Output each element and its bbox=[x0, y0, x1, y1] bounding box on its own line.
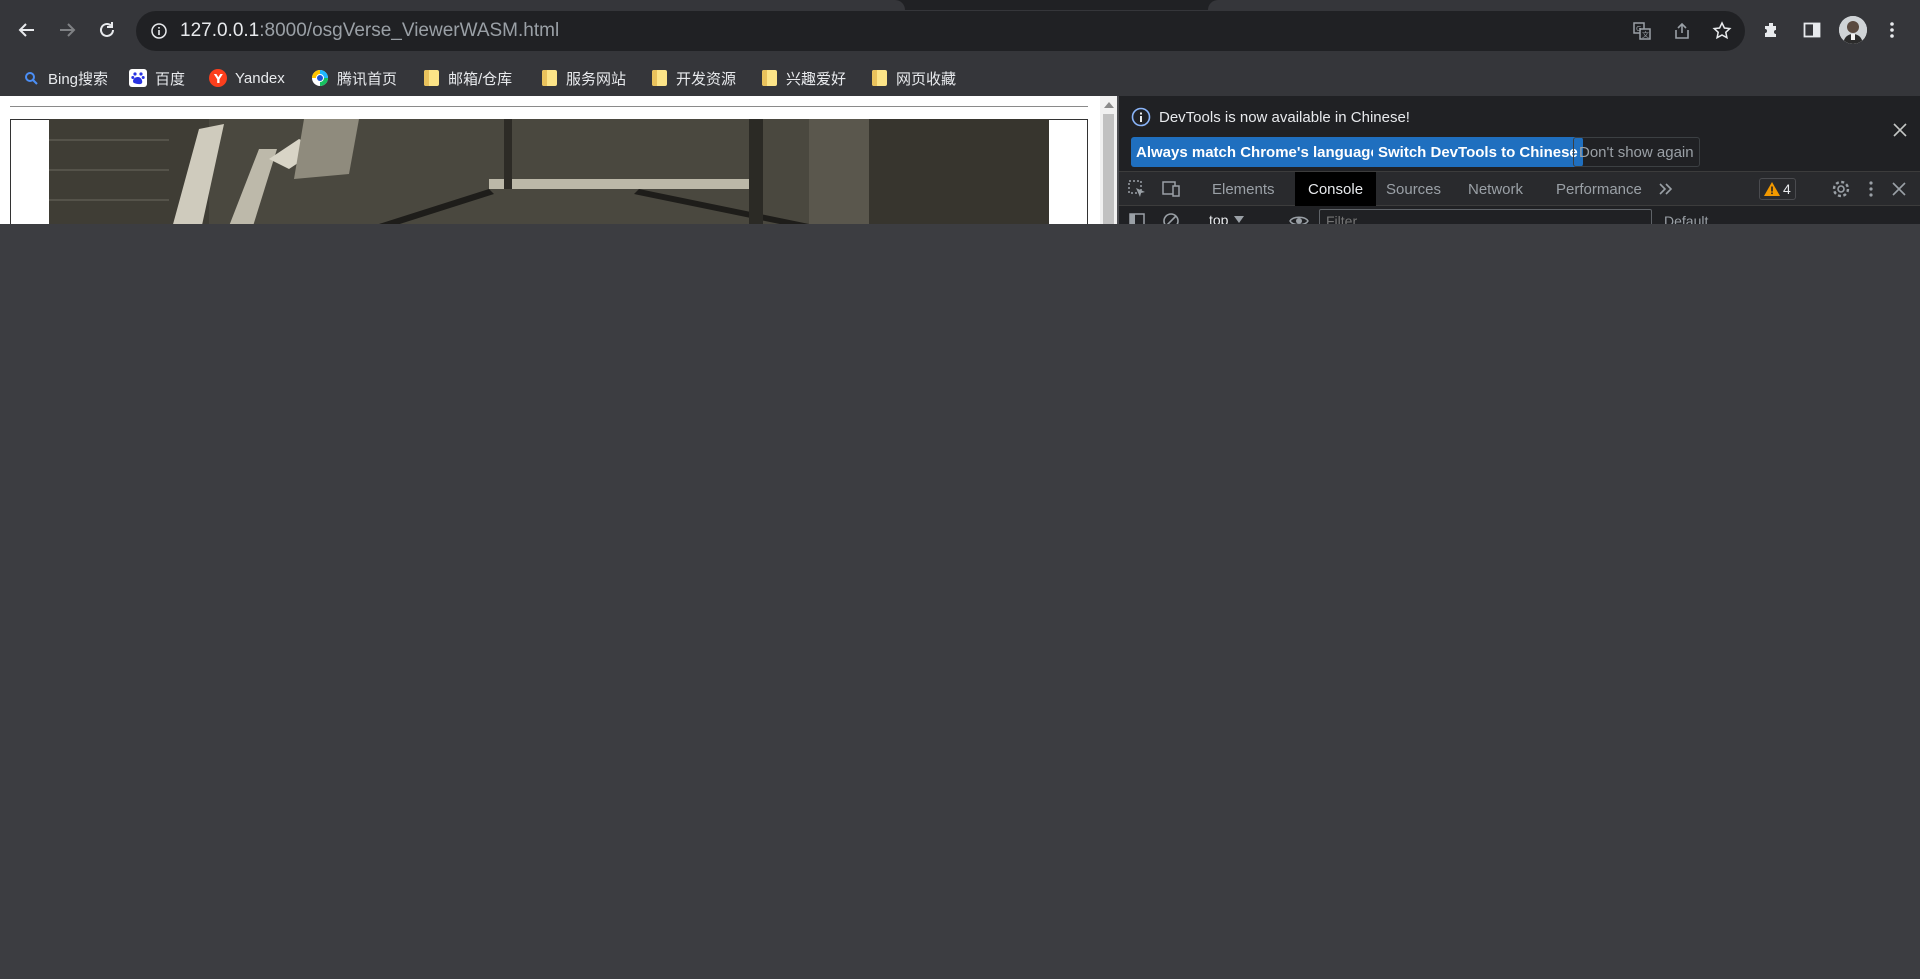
context-value: top bbox=[1209, 212, 1229, 224]
scrollbar-thumb[interactable] bbox=[1103, 114, 1114, 224]
viewer-frame bbox=[10, 119, 1088, 224]
console-filter-input[interactable] bbox=[1319, 209, 1652, 224]
log-levels-dropdown[interactable]: Default bbox=[1664, 213, 1708, 224]
devtools-panel: DevTools is now available in Chinese! Al… bbox=[1117, 96, 1920, 224]
clear-console-icon[interactable] bbox=[1161, 211, 1181, 224]
reload-icon bbox=[100, 22, 114, 37]
folder-icon bbox=[650, 69, 668, 87]
bookmark-folder[interactable]: 开发资源 bbox=[650, 60, 736, 96]
page-scrollbar[interactable] bbox=[1100, 96, 1117, 224]
warnings-badge[interactable]: 4 bbox=[1759, 178, 1796, 200]
svg-text:Y: Y bbox=[213, 72, 223, 86]
devtools-tabbar: Elements Console Sources Network Perform… bbox=[1119, 172, 1920, 206]
bookmark-label: 腾讯首页 bbox=[337, 70, 398, 88]
tab-strip-edge bbox=[0, 0, 905, 10]
infobar-text: DevTools is now available in Chinese! bbox=[1159, 108, 1410, 126]
tab-elements[interactable]: Elements bbox=[1199, 172, 1288, 206]
bookmark-item[interactable]: 百度 bbox=[129, 60, 185, 96]
arrow-right-icon bbox=[60, 23, 76, 37]
bookmarks-bar: Bing搜索 百度 Y Yandex 腾讯首页 邮箱/仓库 服务网站 开发资源 … bbox=[0, 60, 1920, 96]
tab-network[interactable]: Network bbox=[1455, 172, 1536, 206]
bookmark-label: 兴趣爱好 bbox=[786, 70, 847, 88]
bookmark-label: 开发资源 bbox=[676, 70, 737, 88]
close-devtools-icon[interactable] bbox=[1889, 179, 1909, 199]
folder-icon bbox=[540, 69, 558, 87]
web-page-viewport bbox=[0, 96, 1117, 224]
side-panel-icon[interactable] bbox=[1796, 14, 1828, 46]
warning-count: 4 bbox=[1783, 181, 1791, 197]
profile-avatar[interactable] bbox=[1839, 16, 1867, 44]
url-text[interactable]: 127.0.0.1:8000/osgVerse_ViewerWASM.html bbox=[180, 20, 559, 42]
bookmark-label: 百度 bbox=[155, 70, 186, 88]
devtools-menu-icon[interactable] bbox=[1861, 179, 1881, 199]
browser-menu-icon[interactable] bbox=[1876, 14, 1908, 46]
scene-render bbox=[49, 119, 1049, 224]
bookmark-folder[interactable]: 邮箱/仓库 bbox=[422, 60, 512, 96]
site-info-icon[interactable] bbox=[150, 22, 168, 40]
bookmark-label: 邮箱/仓库 bbox=[448, 70, 513, 88]
switch-to-chinese-button[interactable]: Switch DevTools to Chinese bbox=[1373, 137, 1583, 167]
back-button[interactable] bbox=[10, 13, 44, 47]
console-toolbar: top Default bbox=[1119, 206, 1920, 224]
devtools-language-infobar: DevTools is now available in Chinese! Al… bbox=[1119, 96, 1920, 172]
tencent-icon bbox=[311, 69, 329, 87]
bookmark-folder[interactable]: 网页收藏 bbox=[870, 60, 956, 96]
tab-sources[interactable]: Sources bbox=[1373, 172, 1454, 206]
inspect-element-icon[interactable] bbox=[1127, 179, 1147, 199]
horizontal-rule bbox=[10, 106, 1088, 107]
device-toolbar-icon[interactable] bbox=[1161, 179, 1181, 199]
url-path: :8000/osgVerse_ViewerWASM.html bbox=[259, 20, 560, 41]
infobar-close-icon[interactable] bbox=[1892, 122, 1908, 138]
tab-strip-edge bbox=[1208, 0, 1920, 10]
svg-text:文: 文 bbox=[1642, 30, 1649, 39]
bookmark-folder[interactable]: 兴趣爱好 bbox=[760, 60, 846, 96]
folder-icon bbox=[422, 69, 440, 87]
bookmark-label: 服务网站 bbox=[566, 70, 627, 88]
more-tabs-icon[interactable] bbox=[1656, 179, 1676, 199]
bookmark-star-icon[interactable] bbox=[1712, 21, 1732, 41]
warning-icon bbox=[1764, 182, 1780, 196]
infobar-message: DevTools is now available in Chinese! bbox=[1131, 106, 1410, 128]
svg-text:G: G bbox=[1636, 25, 1641, 33]
scroll-up-arrow-icon[interactable] bbox=[1104, 102, 1114, 108]
tab-console[interactable]: Console bbox=[1295, 172, 1377, 206]
forward-button[interactable] bbox=[50, 13, 84, 47]
chevron-down-icon bbox=[1234, 216, 1245, 223]
dont-show-again-button[interactable]: Don't show again bbox=[1573, 137, 1700, 167]
bookmark-item[interactable]: Bing搜索 bbox=[22, 60, 108, 96]
webgl-canvas[interactable] bbox=[49, 119, 1049, 224]
empty-screen-area bbox=[0, 224, 1920, 979]
bing-search-icon bbox=[22, 69, 40, 87]
share-icon[interactable] bbox=[1672, 21, 1692, 41]
bookmark-label: Yandex bbox=[235, 69, 285, 87]
context-selector[interactable]: top bbox=[1209, 212, 1245, 224]
url-host: 127.0.0.1 bbox=[180, 20, 260, 41]
browser-toolbar: 127.0.0.1:8000/osgVerse_ViewerWASM.html … bbox=[0, 0, 1920, 60]
live-expression-eye-icon[interactable] bbox=[1289, 211, 1309, 224]
sidebar-toggle-icon[interactable] bbox=[1127, 211, 1147, 224]
yandex-icon: Y bbox=[209, 69, 227, 87]
reload-button[interactable] bbox=[90, 13, 124, 47]
bookmark-folder[interactable]: 服务网站 bbox=[540, 60, 626, 96]
extensions-icon[interactable] bbox=[1756, 14, 1788, 46]
bookmark-item[interactable]: Y Yandex bbox=[209, 60, 285, 96]
tab-performance[interactable]: Performance bbox=[1543, 172, 1655, 206]
baidu-icon bbox=[129, 69, 147, 87]
arrow-left-icon bbox=[18, 23, 34, 37]
bookmark-label: Bing搜索 bbox=[48, 70, 109, 88]
info-icon bbox=[1131, 107, 1151, 127]
folder-icon bbox=[760, 69, 778, 87]
translate-icon[interactable]: G文 bbox=[1632, 21, 1652, 41]
folder-icon bbox=[870, 69, 888, 87]
bookmark-item[interactable]: 腾讯首页 bbox=[311, 60, 397, 96]
settings-gear-icon[interactable] bbox=[1831, 179, 1851, 199]
always-match-language-button[interactable]: Always match Chrome's language bbox=[1131, 137, 1384, 167]
address-bar[interactable]: 127.0.0.1:8000/osgVerse_ViewerWASM.html … bbox=[136, 11, 1745, 51]
bookmark-label: 网页收藏 bbox=[896, 70, 957, 88]
